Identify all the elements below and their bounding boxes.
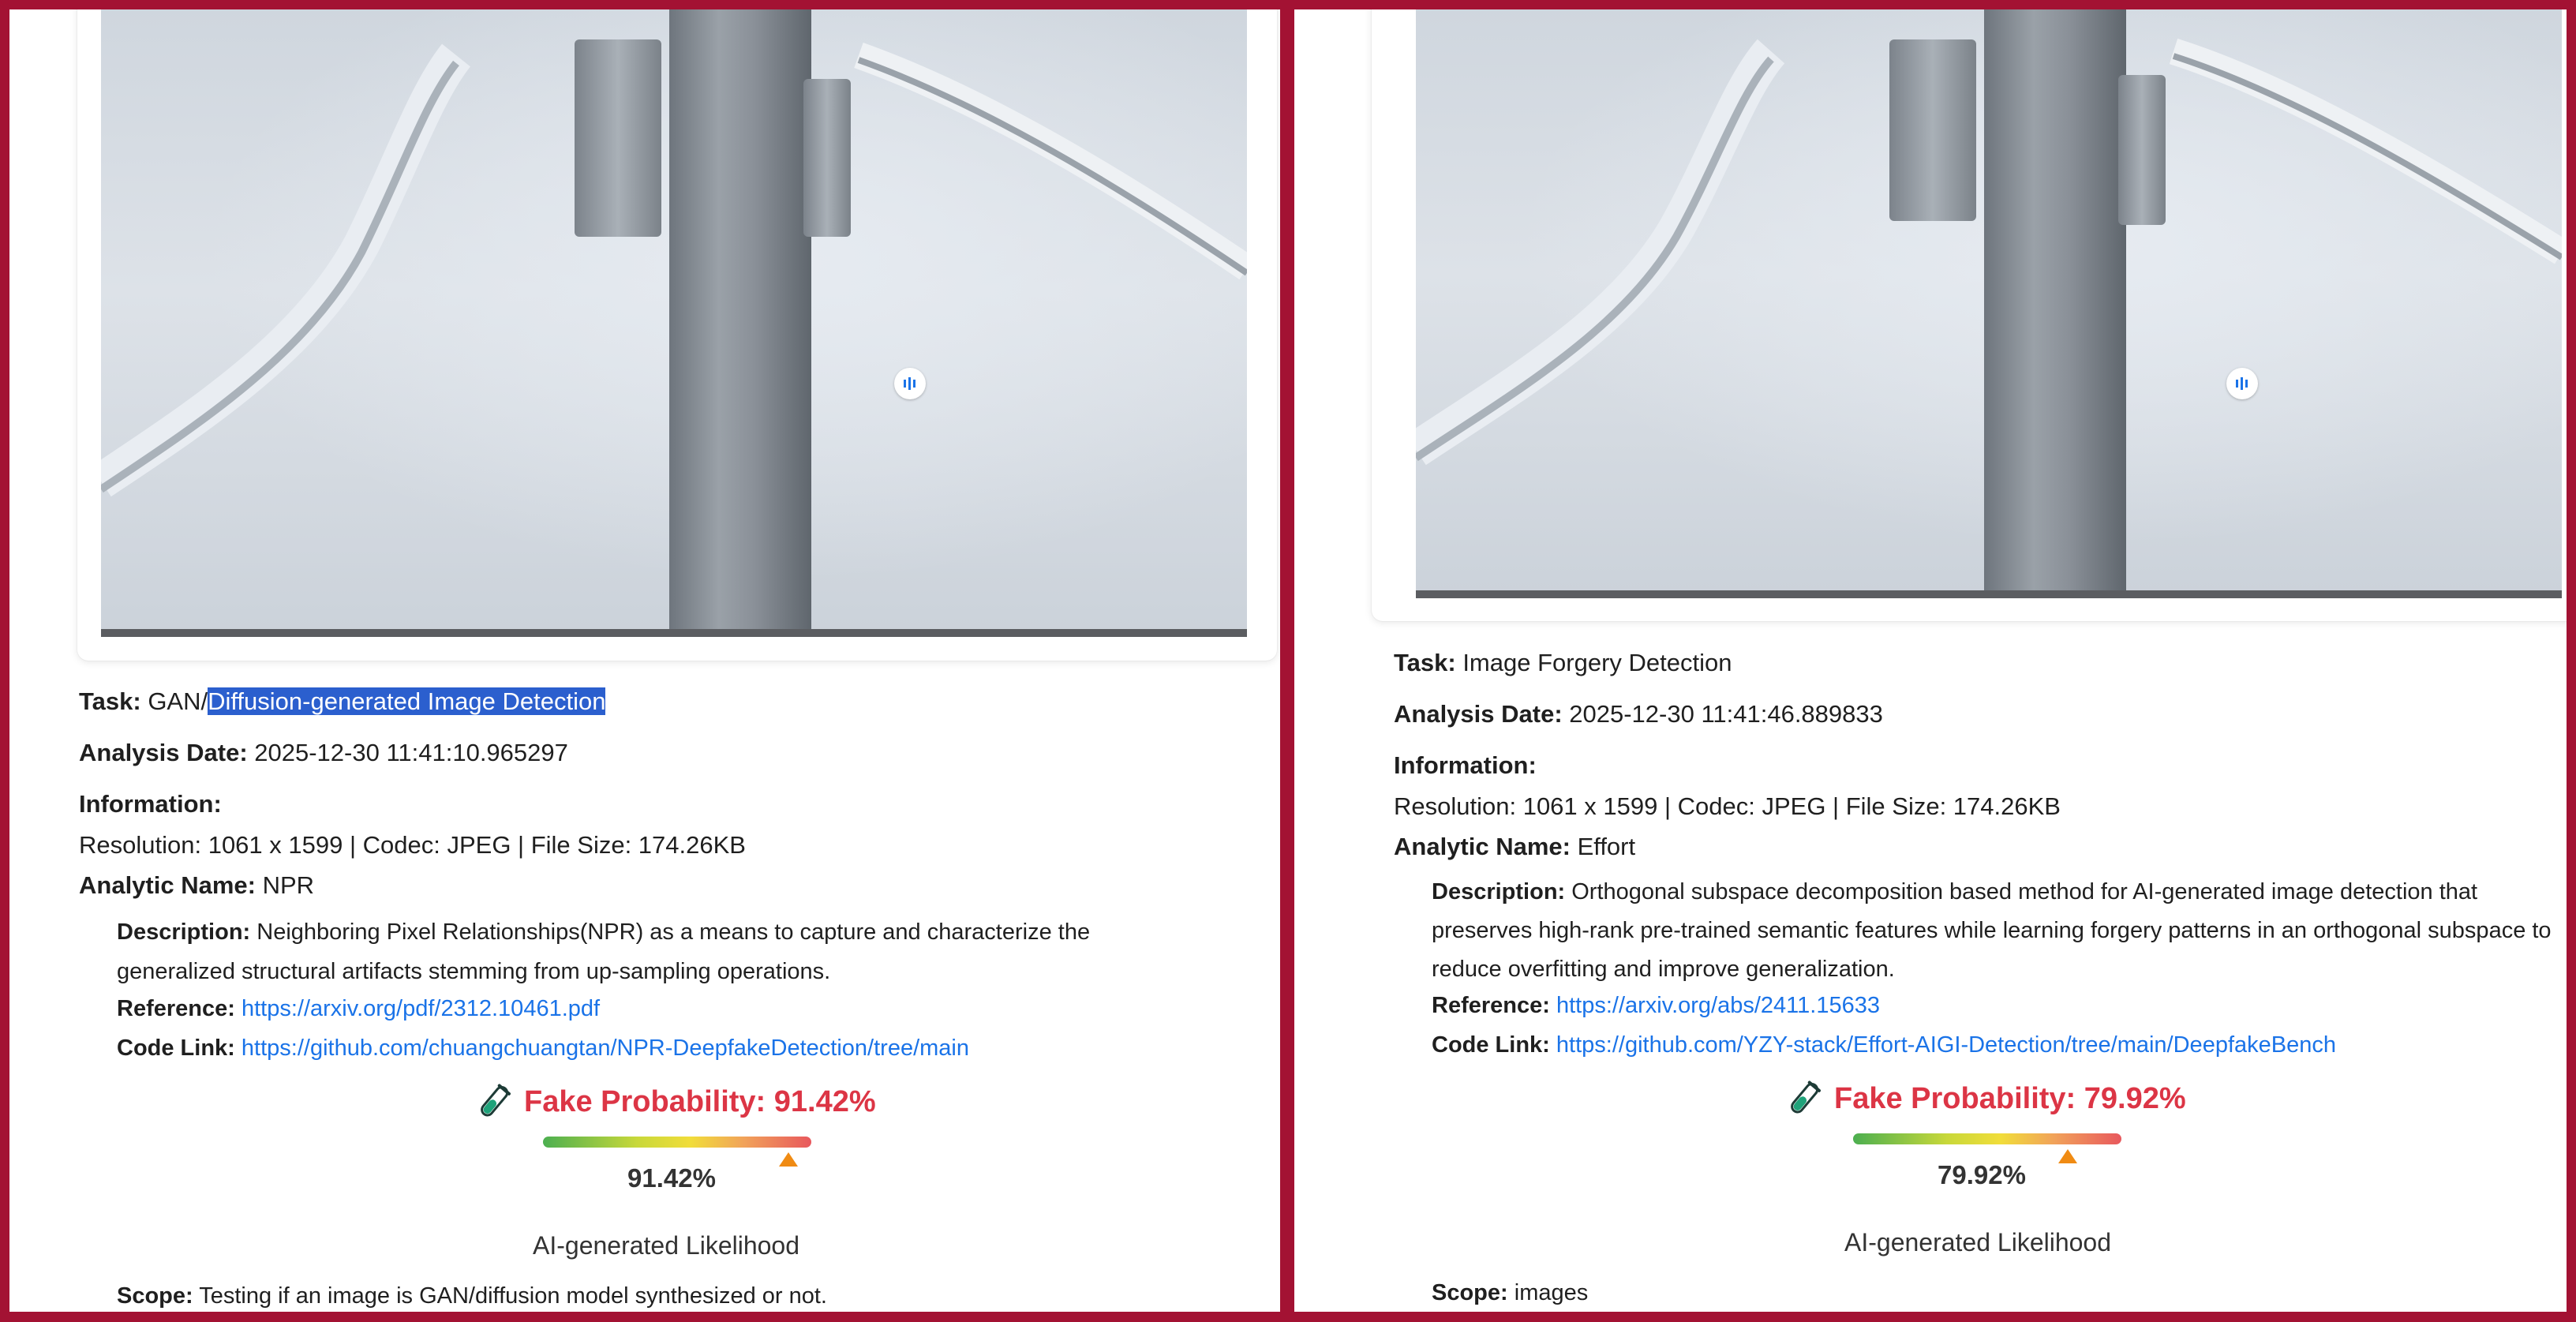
play-button[interactable] bbox=[894, 368, 926, 399]
scope-line: Scope: images bbox=[1432, 1277, 1588, 1309]
description-label: Description: bbox=[1432, 879, 1566, 904]
information-label-line: Information: bbox=[1394, 750, 1537, 781]
fake-probability-text: Fake Probability: 91.42% bbox=[524, 1085, 876, 1118]
analyzed-image[interactable] bbox=[101, 9, 1247, 637]
scope-value: images bbox=[1514, 1280, 1589, 1305]
right-result-panel: Task: Image Forgery Detection Analysis D… bbox=[1294, 9, 2567, 1312]
scope-value: Testing if an image is GAN/diffusion mod… bbox=[199, 1283, 827, 1309]
birdhouse bbox=[803, 79, 851, 237]
description-value: Neighboring Pixel Relationships(NPR) as … bbox=[117, 919, 1091, 984]
test-tube-icon bbox=[481, 1084, 511, 1117]
code-link-label: Code Link: bbox=[1432, 1032, 1550, 1058]
code-link[interactable]: https://github.com/YZY-stack/Effort-AIGI… bbox=[1556, 1032, 2336, 1058]
analytic-label: Analytic Name: bbox=[1394, 833, 1571, 860]
reference-link[interactable]: https://arxiv.org/abs/2411.15633 bbox=[1556, 993, 1880, 1018]
likelihood-percentage: 79.92% bbox=[1938, 1160, 2026, 1189]
information-value: Resolution: 1061 x 1599 | Codec: JPEG | … bbox=[79, 831, 746, 859]
birdhouse bbox=[2118, 75, 2166, 225]
information-value: Resolution: 1061 x 1599 | Codec: JPEG | … bbox=[1394, 792, 2061, 820]
description-value: Orthogonal subspace decomposition based … bbox=[1432, 879, 2552, 982]
image-bottom-bar bbox=[101, 629, 1247, 637]
description-label: Description: bbox=[117, 919, 251, 945]
date-label: Analysis Date: bbox=[1394, 700, 1563, 728]
description-block: Description: Orthogonal subspace decompo… bbox=[1432, 873, 2552, 989]
image-card bbox=[77, 9, 1277, 661]
analytic-label: Analytic Name: bbox=[79, 871, 256, 899]
play-button[interactable] bbox=[2226, 368, 2258, 399]
likelihood-meter bbox=[1853, 1133, 2121, 1144]
image-card bbox=[1372, 9, 2567, 621]
information-label: Information: bbox=[79, 790, 222, 818]
fake-probability-text: Fake Probability: 79.92% bbox=[1834, 1082, 2186, 1115]
likelihood-percentage: 91.42% bbox=[627, 1163, 716, 1193]
code-link-label: Code Link: bbox=[117, 1036, 235, 1061]
scope-line: Scope: Testing if an image is GAN/diffus… bbox=[117, 1280, 827, 1312]
information-label: Information: bbox=[1394, 751, 1537, 779]
left-result-panel: Task: GAN/Diffusion-generated Image Dete… bbox=[9, 9, 1280, 1312]
birdhouse bbox=[1889, 39, 1976, 221]
image-bottom-bar bbox=[1416, 590, 2562, 598]
likelihood-marker bbox=[778, 1152, 798, 1167]
analytic-value: NPR bbox=[262, 871, 315, 899]
pole bbox=[1984, 9, 2126, 590]
analysis-date-line: Analysis Date: 2025-12-30 11:41:46.88983… bbox=[1394, 698, 1883, 730]
reference-line: Reference: https://arxiv.org/pdf/2312.10… bbox=[117, 993, 600, 1024]
task-line: Task: Image Forgery Detection bbox=[1394, 647, 1732, 679]
scope-label: Scope: bbox=[1432, 1280, 1508, 1305]
date-value: 2025-12-30 11:41:46.889833 bbox=[1569, 700, 1883, 728]
pole bbox=[669, 9, 811, 629]
task-label: Task: bbox=[79, 687, 141, 715]
analytic-value: Effort bbox=[1577, 833, 1636, 860]
reference-label: Reference: bbox=[117, 996, 235, 1021]
description-block: Description: Neighboring Pixel Relations… bbox=[117, 912, 1206, 991]
task-value-prefix: GAN/ bbox=[148, 687, 208, 715]
likelihood-marker bbox=[2057, 1149, 2077, 1163]
likelihood-label: AI-generated Likelihood bbox=[1844, 1228, 2112, 1256]
play-icon bbox=[904, 377, 915, 390]
fake-probability: Fake Probability: 91.42% bbox=[475, 1083, 876, 1121]
code-link-line: Code Link: https://github.com/YZY-stack/… bbox=[1432, 1029, 2336, 1061]
analytic-name-line: Analytic Name: NPR bbox=[79, 870, 314, 901]
reference-label: Reference: bbox=[1432, 993, 1550, 1018]
information-label-line: Information: bbox=[79, 788, 222, 820]
test-tube-icon bbox=[1791, 1080, 1821, 1114]
date-value: 2025-12-30 11:41:10.965297 bbox=[254, 739, 568, 766]
analysis-date-line: Analysis Date: 2025-12-30 11:41:10.96529… bbox=[79, 737, 568, 769]
reference-link[interactable]: https://arxiv.org/pdf/2312.10461.pdf bbox=[242, 996, 600, 1021]
code-link[interactable]: https://github.com/chuangchuangtan/NPR-D… bbox=[242, 1036, 969, 1061]
fake-probability: Fake Probability: 79.92% bbox=[1785, 1080, 2186, 1118]
likelihood-meter bbox=[543, 1137, 811, 1148]
task-label: Task: bbox=[1394, 649, 1456, 676]
code-link-line: Code Link: https://github.com/chuangchua… bbox=[117, 1032, 969, 1064]
reference-line: Reference: https://arxiv.org/abs/2411.15… bbox=[1432, 990, 1880, 1021]
task-value: Image Forgery Detection bbox=[1462, 649, 1732, 676]
task-line: Task: GAN/Diffusion-generated Image Dete… bbox=[79, 686, 606, 717]
play-icon bbox=[2236, 377, 2248, 390]
task-value-selected[interactable]: Diffusion-generated Image Detection bbox=[208, 687, 606, 715]
scope-label: Scope: bbox=[117, 1283, 193, 1309]
likelihood-label: AI-generated Likelihood bbox=[533, 1231, 800, 1260]
analytic-name-line: Analytic Name: Effort bbox=[1394, 831, 1635, 863]
analyzed-image[interactable] bbox=[1416, 9, 2562, 598]
birdhouse bbox=[575, 39, 661, 237]
date-label: Analysis Date: bbox=[79, 739, 248, 766]
